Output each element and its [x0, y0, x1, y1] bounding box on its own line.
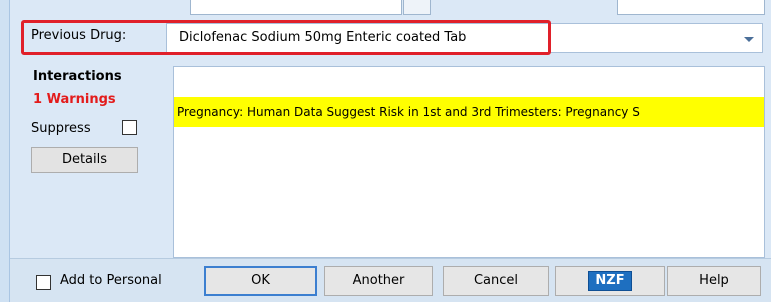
window-frame-edge — [0, 0, 10, 302]
top-field[interactable] — [190, 0, 402, 15]
cancel-button[interactable]: Cancel — [443, 266, 549, 296]
suppress-label: Suppress — [31, 121, 91, 136]
add-to-personal-checkbox[interactable] — [36, 275, 51, 290]
add-to-personal-label: Add to Personal — [60, 273, 162, 288]
annotation-highlight-box — [21, 20, 551, 55]
ok-button[interactable]: OK — [204, 266, 317, 296]
top-field[interactable] — [617, 0, 765, 15]
chevron-down-icon[interactable] — [744, 37, 754, 42]
interactions-heading: Interactions — [33, 69, 122, 84]
another-button[interactable]: Another — [324, 266, 433, 296]
details-button[interactable]: Details — [31, 147, 138, 173]
interaction-warning-item[interactable]: Pregnancy: Human Data Suggest Risk in 1s… — [174, 97, 764, 127]
interactions-list[interactable]: Pregnancy: Human Data Suggest Risk in 1s… — [173, 66, 765, 258]
button-bar: Add to Personal OK Another Cancel NZF He… — [10, 258, 771, 302]
nzf-button[interactable]: NZF — [555, 266, 665, 296]
top-field-button[interactable] — [403, 0, 431, 15]
prescription-dialog: Previous Drug: Diclofenac Sodium 50mg En… — [0, 0, 771, 302]
warnings-count: 1 Warnings — [33, 92, 116, 107]
nzf-badge: NZF — [588, 270, 632, 291]
suppress-checkbox[interactable] — [122, 120, 137, 135]
help-button[interactable]: Help — [667, 266, 761, 296]
main-panel: Previous Drug: Diclofenac Sodium 50mg En… — [10, 20, 771, 258]
top-controls-strip — [10, 0, 771, 22]
